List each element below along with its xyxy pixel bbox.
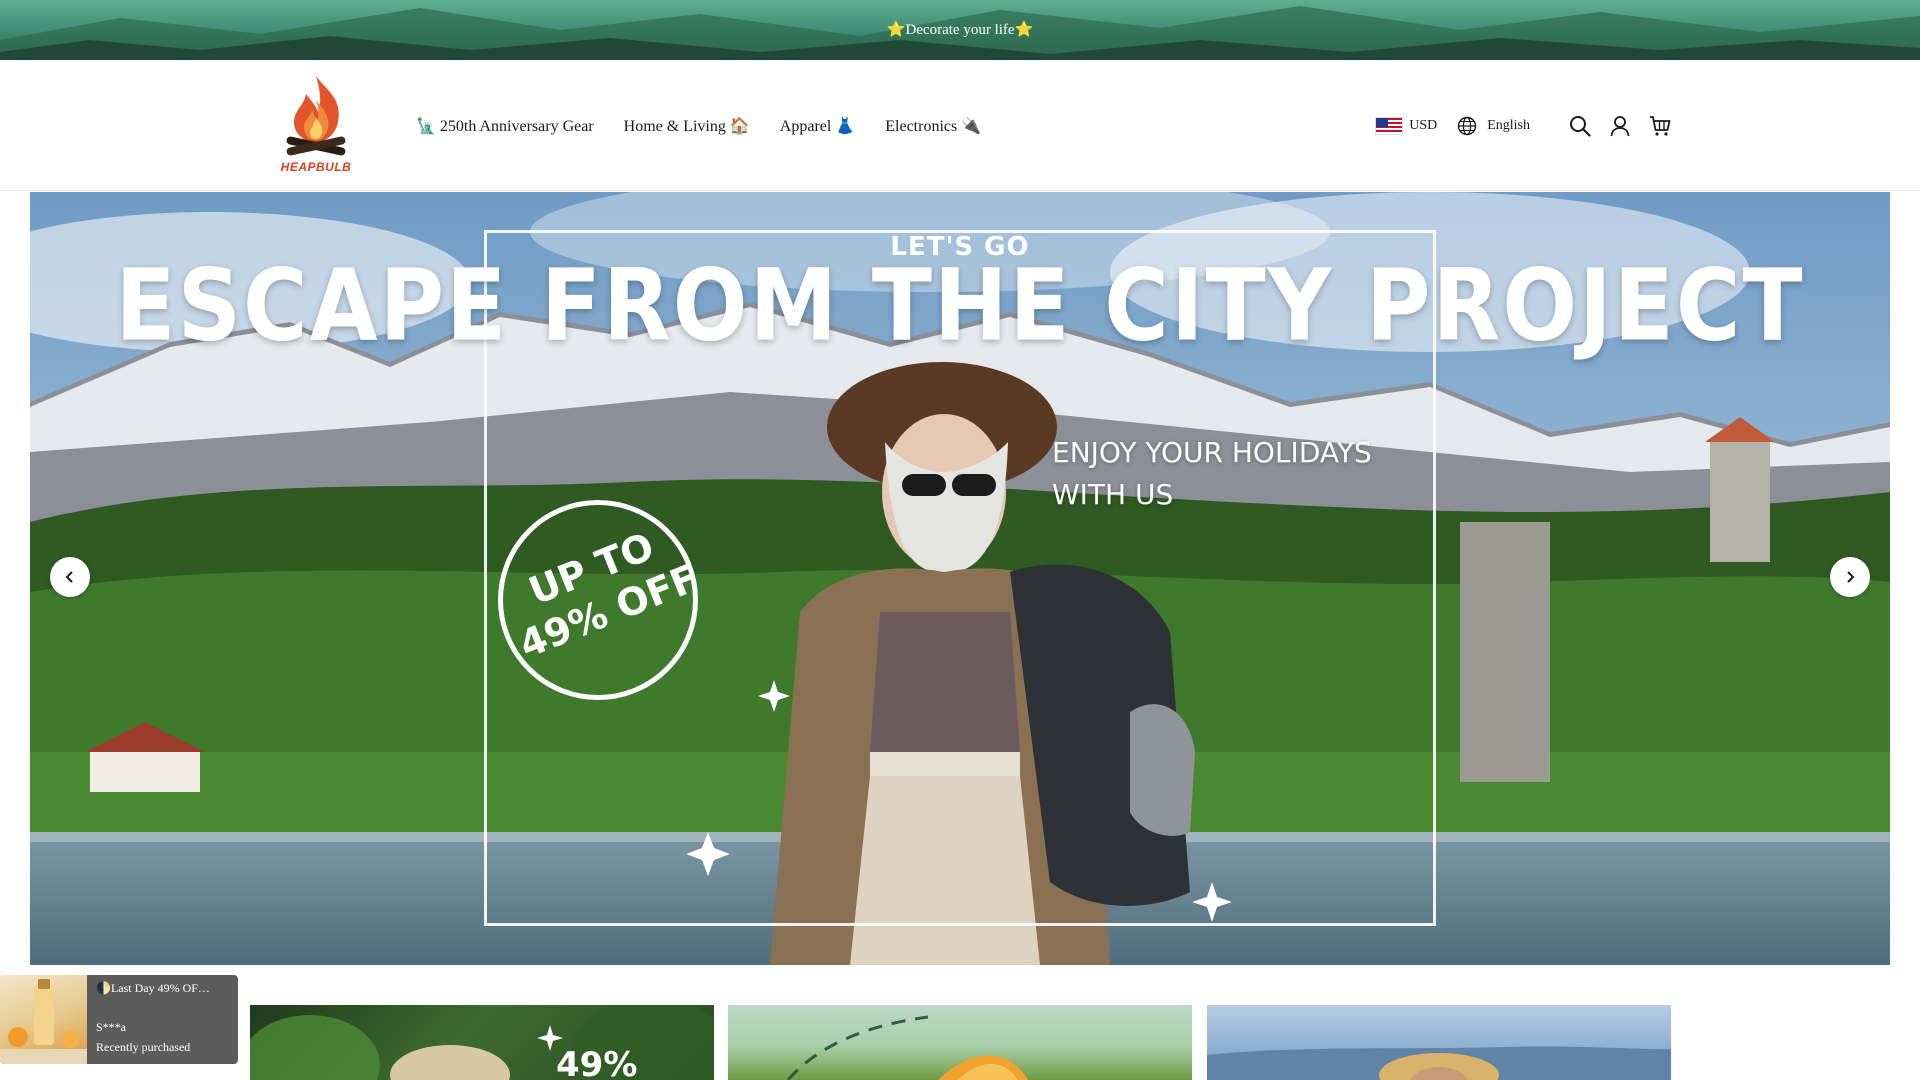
card-2-image bbox=[786, 1015, 1028, 1080]
category-card-2[interactable] bbox=[728, 1005, 1192, 1080]
popup-status: Recently purchased bbox=[96, 1040, 191, 1054]
logo[interactable]: HEAPBULB bbox=[276, 72, 356, 184]
main-nav: 🗽 250th Anniversary Gear Home & Living 🏠… bbox=[416, 60, 981, 191]
chevron-right-icon bbox=[1847, 571, 1855, 583]
carousel-next-button[interactable] bbox=[1830, 557, 1870, 597]
cart-icon bbox=[1650, 115, 1671, 136]
card-3-image bbox=[1207, 1046, 1671, 1080]
popup-title: 🌓Last Day 49% OF… bbox=[96, 981, 210, 995]
hero-subtitle: ENJOY YOUR HOLIDAYS WITH US bbox=[1052, 432, 1472, 516]
nav-item-electronics[interactable]: Electronics 🔌 bbox=[885, 116, 981, 136]
announcement-bar: ⭐Decorate your life⭐ bbox=[0, 0, 1920, 60]
language-selector[interactable]: English bbox=[1457, 116, 1530, 136]
carousel-prev-button[interactable] bbox=[50, 557, 90, 597]
campfire-logo-icon bbox=[286, 76, 346, 156]
recent-purchase-popup[interactable]: 🌓Last Day 49% OF… S***a Recently purchas… bbox=[0, 975, 238, 1064]
currency-selector[interactable]: USD bbox=[1375, 116, 1438, 135]
nav-item-anniversary[interactable]: 🗽 250th Anniversary Gear bbox=[416, 116, 594, 136]
hero-banner[interactable]: LET'S GO ESCAPE FROM THE CITY PROJECT EN… bbox=[30, 192, 1890, 965]
currency-label: USD bbox=[1409, 117, 1438, 133]
header-tools: USD English bbox=[1375, 60, 1672, 191]
announcement-text[interactable]: ⭐Decorate your life⭐ bbox=[0, 0, 1920, 60]
search-icon bbox=[1570, 115, 1591, 137]
language-label: English bbox=[1487, 117, 1530, 133]
hero-subtitle-line-2: WITH US bbox=[1052, 478, 1174, 511]
card-1-discount: 49% bbox=[556, 1045, 638, 1080]
site-header: HEAPBULB 🗽 250th Anniversary Gear Home &… bbox=[0, 60, 1920, 191]
cart-button[interactable] bbox=[1648, 114, 1672, 138]
popup-product-image bbox=[0, 979, 87, 1064]
search-button[interactable] bbox=[1568, 114, 1592, 138]
globe-icon bbox=[1458, 116, 1477, 135]
nav-item-home-living[interactable]: Home & Living 🏠 bbox=[624, 116, 750, 136]
hero-subtitle-line-1: ENJOY YOUR HOLIDAYS bbox=[1052, 436, 1372, 469]
us-flag-icon bbox=[1375, 116, 1404, 135]
account-icon bbox=[1610, 115, 1630, 136]
nav-item-apparel[interactable]: Apparel 👗 bbox=[780, 116, 855, 136]
logo-text: HEAPBULB bbox=[280, 160, 352, 174]
card-1-image bbox=[250, 1005, 714, 1080]
account-button[interactable] bbox=[1608, 114, 1632, 138]
popup-customer-name: S***a bbox=[96, 1020, 126, 1034]
hero-title: ESCAPE FROM THE CITY PROJECT bbox=[115, 247, 1805, 364]
popup-product-thumbnail bbox=[0, 975, 87, 1064]
category-card-3[interactable] bbox=[1207, 1005, 1671, 1080]
chevron-left-icon bbox=[65, 571, 73, 583]
category-card-1[interactable]: 49% bbox=[250, 1005, 714, 1080]
